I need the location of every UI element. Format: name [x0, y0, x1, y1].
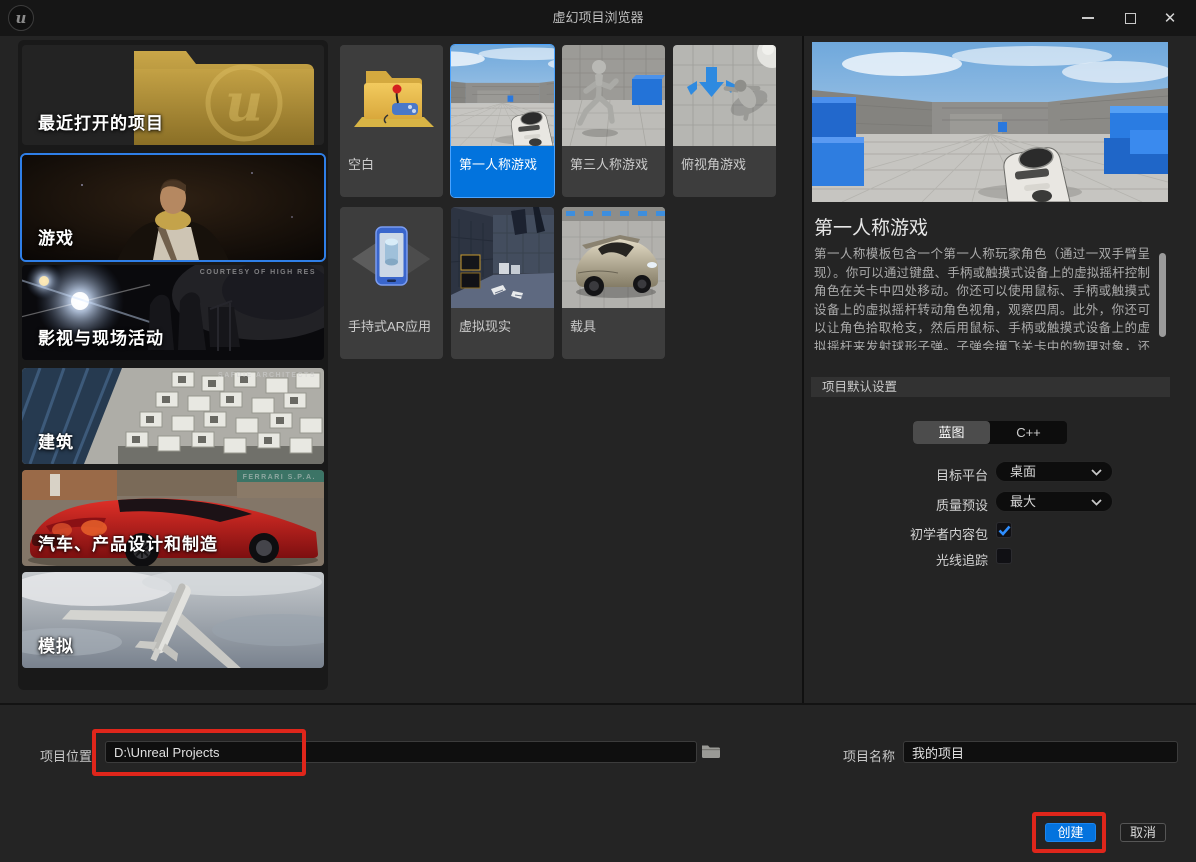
cancel-button[interactable]: 取消 [1120, 823, 1166, 842]
sidebar-item-label: 最近打开的项目 [38, 109, 164, 134]
starter-content-checkbox[interactable] [996, 522, 1012, 538]
template-description: 第一人称模板包含一个第一人称玩家角色（通过一双手臂呈现）。你可以通过键盘、手柄或… [814, 245, 1150, 350]
ray-tracing-checkbox[interactable] [996, 548, 1012, 564]
template-tile-handheld-ar[interactable]: 手持式AR应用 [340, 207, 443, 359]
category-sidebar: u 最近打开的项目 游戏 [18, 40, 328, 690]
target-platform-dropdown[interactable]: 桌面 [995, 461, 1113, 482]
maximize-icon [1125, 13, 1136, 24]
sidebar-item-label: 模拟 [38, 632, 74, 657]
template-label: 第一人称游戏 [451, 146, 554, 197]
title-bar: u 虚幻项目浏览器 ✕ [0, 0, 1196, 36]
target-platform-label: 目标平台 [838, 465, 988, 484]
template-label: 手持式AR应用 [340, 308, 443, 359]
footer-divider [0, 703, 1196, 705]
svg-text:u: u [225, 73, 263, 134]
checkmark-icon [998, 525, 1011, 536]
cpp-toggle-button[interactable]: C++ [990, 421, 1067, 444]
thumbnail-credit: COURTESY OF HIGH RES [200, 269, 316, 276]
sidebar-item-label: 游戏 [38, 224, 74, 249]
top-down-thumbnail [673, 45, 776, 146]
quality-preset-label: 质量预设 [838, 495, 988, 514]
quality-preset-dropdown[interactable]: 最大 [995, 491, 1113, 512]
template-label: 第三人称游戏 [562, 146, 665, 197]
sidebar-item-film[interactable]: COURTESY OF HIGH RES 影视与现场活动 [22, 265, 324, 360]
blueprint-toggle-button[interactable]: 蓝图 [913, 421, 990, 444]
template-tile-blank[interactable]: 空白 [340, 45, 443, 197]
thumbnail-credit: SAFDIE ARCHITECTS [218, 372, 316, 379]
close-icon: ✕ [1164, 11, 1177, 26]
ray-tracing-label: 光线追踪 [838, 550, 988, 569]
template-tile-third-person[interactable]: 第三人称游戏 [562, 45, 665, 197]
minimize-button[interactable] [1068, 0, 1108, 36]
template-label: 空白 [340, 146, 443, 197]
chevron-down-icon [1091, 469, 1102, 476]
sidebar-item-games[interactable]: 游戏 [22, 155, 324, 260]
third-person-thumbnail [562, 45, 665, 146]
template-tile-virtual-reality[interactable]: 虚拟现实 [451, 207, 554, 359]
thumbnail-credit: FERRARI S.P.A. [243, 474, 316, 481]
template-label: 载具 [562, 308, 665, 359]
browse-folder-icon[interactable] [702, 744, 720, 758]
sidebar-item-automotive[interactable]: FERRARI S.P.A. 汽车、产品设计和制造 [22, 470, 324, 566]
template-label: 虚拟现实 [451, 308, 554, 359]
template-preview-image [812, 42, 1168, 202]
window-title: 虚幻项目浏览器 [0, 0, 1196, 36]
sidebar-item-simulation[interactable]: 模拟 [22, 572, 324, 668]
chevron-down-icon [1091, 499, 1102, 506]
project-name-label: 项目名称 [843, 746, 895, 765]
sidebar-item-label: 影视与现场活动 [38, 324, 164, 349]
starter-content-label: 初学者内容包 [838, 524, 988, 543]
sidebar-item-label: 建筑 [38, 428, 74, 453]
vehicle-thumbnail [562, 207, 665, 308]
template-tile-vehicle[interactable]: 载具 [562, 207, 665, 359]
language-toggle: 蓝图 C++ [913, 421, 1067, 444]
sidebar-item-label: 汽车、产品设计和制造 [38, 530, 218, 555]
handheld-ar-thumbnail [340, 207, 443, 308]
panel-divider [802, 36, 804, 703]
project-browser-window: u 虚幻项目浏览器 ✕ u 最近打开的项目 [0, 0, 1196, 862]
virtual-reality-thumbnail [451, 207, 554, 308]
project-defaults-header: 项目默认设置 [811, 377, 1170, 397]
maximize-button[interactable] [1110, 0, 1150, 36]
close-button[interactable]: ✕ [1150, 0, 1190, 36]
first-person-thumbnail [451, 45, 554, 146]
target-platform-value: 桌面 [1010, 464, 1036, 479]
sidebar-item-recent-projects[interactable]: u 最近打开的项目 [22, 45, 324, 145]
template-tile-first-person[interactable]: 第一人称游戏 [451, 45, 554, 197]
description-scrollbar[interactable] [1159, 253, 1166, 337]
annotation-box-location [92, 729, 306, 776]
project-name-input[interactable] [903, 741, 1178, 763]
sidebar-item-architecture[interactable]: SAFDIE ARCHITECTS 建筑 [22, 368, 324, 464]
quality-preset-value: 最大 [1010, 494, 1036, 509]
project-location-label: 项目位置 [40, 746, 92, 765]
blank-thumbnail [340, 45, 443, 146]
template-tile-top-down[interactable]: 俯视角游戏 [673, 45, 776, 197]
annotation-box-create [1032, 812, 1106, 853]
template-detail-title: 第一人称游戏 [814, 213, 928, 240]
template-label: 俯视角游戏 [673, 146, 776, 197]
minimize-icon [1082, 17, 1094, 19]
